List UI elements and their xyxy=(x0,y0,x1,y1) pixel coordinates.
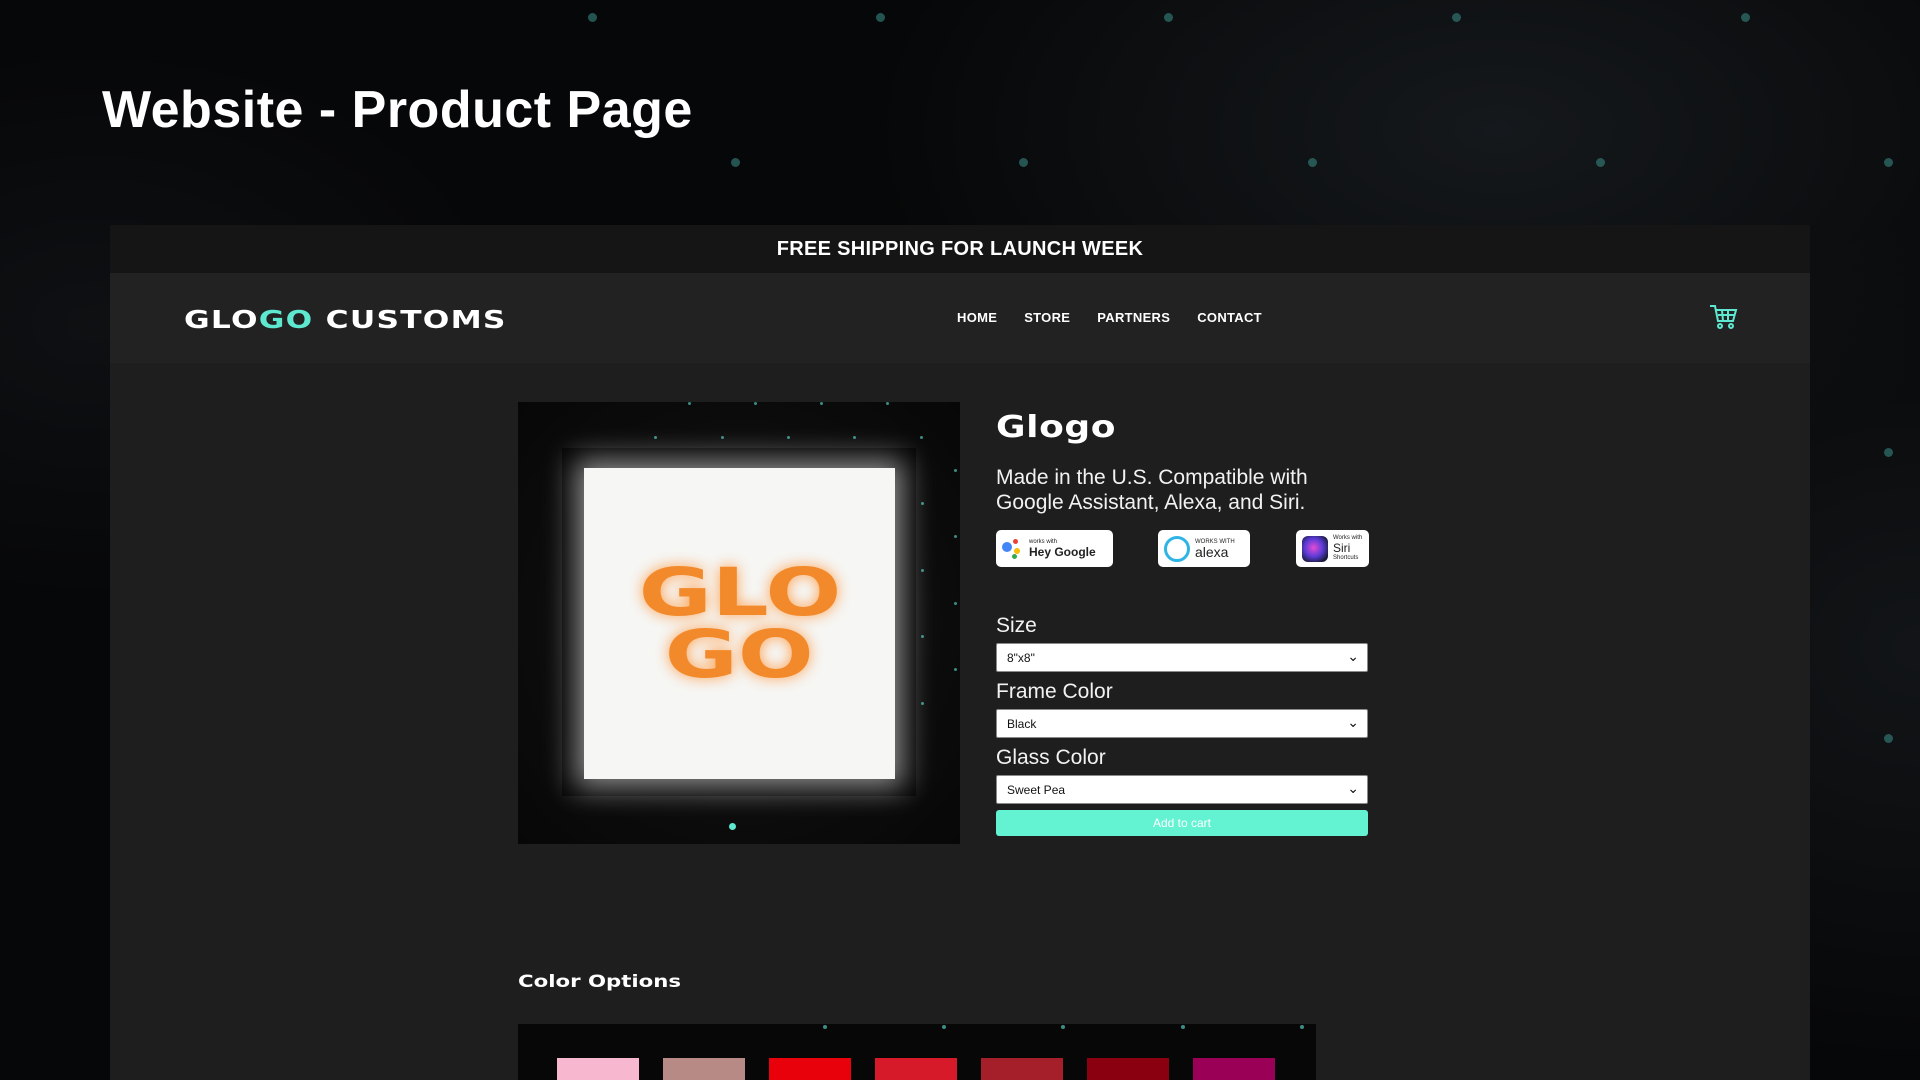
size-label: Size xyxy=(996,614,1037,637)
frame-color-label: Frame Color xyxy=(996,680,1113,703)
carousel-indicator-dot[interactable] xyxy=(729,823,736,830)
hey-google-badge: works with Hey Google xyxy=(996,530,1113,567)
alexa-badge: WORKS WITH alexa xyxy=(1158,530,1250,567)
shopping-cart-icon[interactable] xyxy=(1708,301,1738,331)
color-swatch[interactable] xyxy=(557,1058,639,1080)
product-frame: GLO GO xyxy=(562,448,916,796)
color-swatch[interactable] xyxy=(875,1058,957,1080)
color-options-title: Color Options xyxy=(518,972,682,992)
siri-badge: Works with Siri Shortcuts xyxy=(1296,530,1369,567)
glass-color-value: Sweet Pea xyxy=(1007,782,1066,797)
product-image[interactable]: GLO GO xyxy=(518,402,960,844)
logo-part-glo: GLO xyxy=(184,305,259,334)
frame-color-select[interactable]: Black ⌄ xyxy=(996,709,1368,738)
nav-contact[interactable]: CONTACT xyxy=(1197,310,1262,325)
color-swatch[interactable] xyxy=(1087,1058,1169,1080)
website-mockup: FREE SHIPPING FOR LAUNCH WEEK GLOGO CUST… xyxy=(110,225,1810,1080)
alexa-badge-big: alexa xyxy=(1195,543,1229,560)
siri-badge-big: Siri xyxy=(1333,541,1351,555)
logo-part-go: GO xyxy=(258,305,314,334)
color-swatch[interactable] xyxy=(769,1058,851,1080)
slide-title: Website - Product Page xyxy=(102,81,693,139)
product-glass-panel: GLO GO xyxy=(584,468,895,779)
add-to-cart-button[interactable]: Add to cart xyxy=(996,810,1368,836)
alexa-icon xyxy=(1164,535,1190,562)
nav-store[interactable]: STORE xyxy=(1024,310,1070,325)
product-name: Glogo xyxy=(996,410,1117,445)
frame-color-value: Black xyxy=(1007,716,1037,731)
color-swatch[interactable] xyxy=(663,1058,745,1080)
site-header: GLOGO CUSTOMS HOME STORE PARTNERS CONTAC… xyxy=(110,273,1810,363)
promo-text: FREE SHIPPING FOR LAUNCH WEEK xyxy=(776,237,1144,260)
siri-badge-tiny: Shortcuts xyxy=(1333,555,1359,561)
product-glow-text-line2: GO xyxy=(665,615,814,693)
color-swatch[interactable] xyxy=(981,1058,1063,1080)
glass-color-select[interactable]: Sweet Pea ⌄ xyxy=(996,775,1368,804)
chevron-down-icon: ⌄ xyxy=(1347,780,1359,796)
google-badge-big: Hey Google xyxy=(1029,544,1096,559)
site-logo[interactable]: GLOGO CUSTOMS xyxy=(184,305,507,334)
nav-partners[interactable]: PARTNERS xyxy=(1097,310,1170,325)
color-options-strip xyxy=(518,1024,1316,1080)
product-glow-text-line1: GLO xyxy=(638,553,841,631)
logo-part-customs: CUSTOMS xyxy=(325,305,507,334)
size-select[interactable]: 8"x8" ⌄ xyxy=(996,643,1368,672)
size-value: 8"x8" xyxy=(1007,650,1035,665)
color-swatch[interactable] xyxy=(1193,1058,1275,1080)
google-assistant-icon xyxy=(1002,538,1024,559)
promo-banner: FREE SHIPPING FOR LAUNCH WEEK xyxy=(110,225,1810,273)
chevron-down-icon: ⌄ xyxy=(1347,714,1359,730)
compatibility-badges: works with Hey Google WORKS WITH alexa W… xyxy=(996,530,1369,568)
siri-icon xyxy=(1302,535,1328,562)
chevron-down-icon: ⌄ xyxy=(1347,648,1359,664)
main-nav: HOME STORE PARTNERS CONTACT xyxy=(957,310,1262,325)
glass-color-label: Glass Color xyxy=(996,746,1106,769)
product-info: Glogo Made in the U.S. Compatible with G… xyxy=(996,410,1369,836)
product-description: Made in the U.S. Compatible with Google … xyxy=(996,466,1308,514)
nav-home[interactable]: HOME xyxy=(957,310,997,325)
